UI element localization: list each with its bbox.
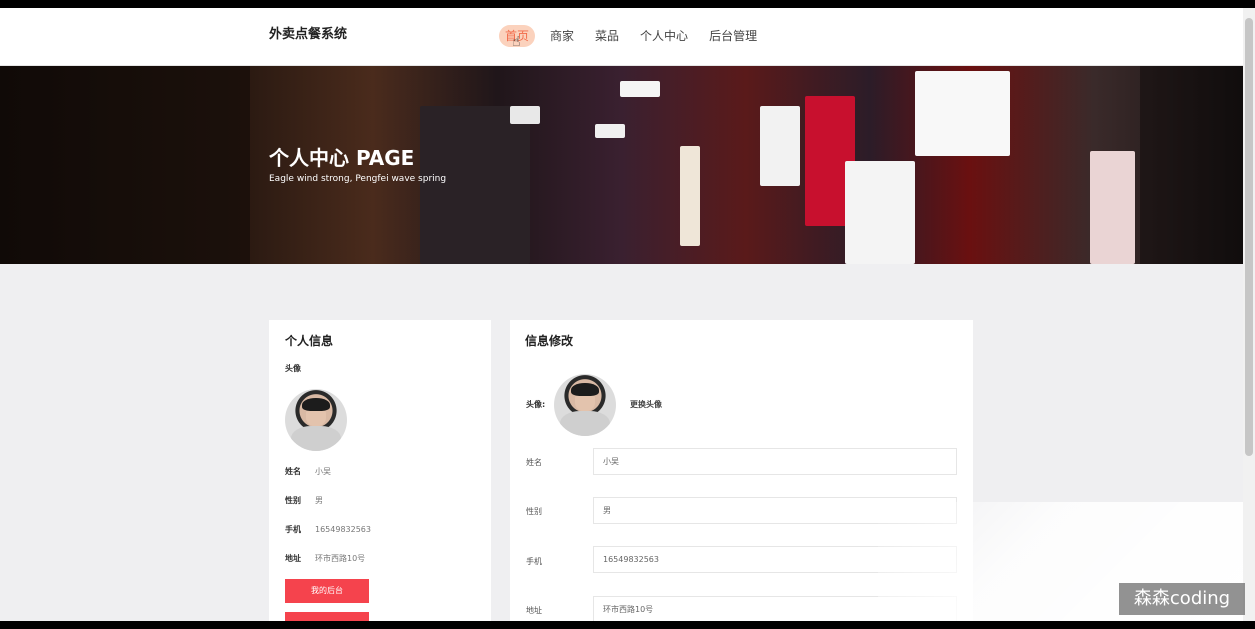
change-avatar-button[interactable]: 更换头像 [630, 399, 662, 410]
secondary-button[interactable] [285, 612, 369, 621]
avatar-hair [302, 397, 330, 412]
scrollbar-thumb[interactable] [1245, 18, 1253, 456]
profile-gender-value: 男 [315, 496, 323, 505]
avatar-body [560, 411, 610, 436]
scrollbar[interactable] [1243, 8, 1255, 621]
edit-title: 信息修改 [525, 334, 574, 348]
edit-phone-label: 手机 [526, 557, 542, 566]
edit-avatar[interactable] [554, 374, 616, 436]
banner-shade [1140, 66, 1243, 264]
banner-title: 个人中心 PAGE [269, 146, 415, 170]
edit-name-label: 姓名 [526, 458, 542, 467]
profile-gender-label: 性别 [285, 496, 301, 505]
profile-phone-label: 手机 [285, 525, 301, 534]
page: 外卖点餐系统 首页 商家 菜品 个人中心 后台管理 ☝ 个人中心 PAGE Ea… [0, 8, 1243, 621]
banner-sign-vertical [680, 146, 700, 246]
main-nav: 首页 商家 菜品 个人中心 后台管理 [499, 25, 772, 47]
edit-address-label: 地址 [526, 606, 542, 615]
top-black-bar [0, 0, 1255, 8]
banner-sign-small [620, 81, 660, 97]
profile-address-value: 环市西路10号 [315, 554, 366, 563]
banner-sign-dark [420, 106, 530, 264]
profile-name-row: 姓名 小吴 [285, 466, 331, 477]
banner-sign-small [595, 124, 625, 138]
banner-sign-white [915, 71, 1010, 156]
nav-merchants[interactable]: 商家 [544, 25, 580, 47]
hand-cursor-icon: ☝ [512, 34, 521, 50]
profile-name-value: 小吴 [315, 467, 331, 476]
profile-card: 个人信息 头像 姓名 小吴 性别 男 手机 16549832563 地址 环市西路10号… [269, 320, 491, 621]
profile-title: 个人信息 [285, 334, 334, 348]
edit-name-input[interactable]: 小吴 [593, 448, 957, 475]
edit-gender-label: 性别 [526, 507, 542, 516]
profile-phone-value: 16549832563 [315, 525, 371, 534]
site-logo[interactable]: 外卖点餐系统 [269, 23, 347, 42]
avatar-body [291, 426, 341, 451]
bottom-black-bar [0, 621, 1255, 629]
banner-sign-white [760, 106, 800, 186]
my-backend-button[interactable]: 我的后台 [285, 579, 369, 603]
avatar-label: 头像 [285, 364, 301, 373]
banner-sign-white [845, 161, 915, 264]
watermark: 森森coding [1119, 583, 1245, 615]
banner-shade [0, 66, 250, 264]
edit-avatar-label: 头像: [526, 400, 546, 409]
profile-phone-row: 手机 16549832563 [285, 524, 371, 535]
header: 外卖点餐系统 首页 商家 菜品 个人中心 后台管理 ☝ [0, 8, 1243, 66]
nav-dishes[interactable]: 菜品 [589, 25, 625, 47]
banner: 个人中心 PAGE Eagle wind strong, Pengfei wav… [0, 66, 1243, 264]
avatar [285, 389, 347, 451]
profile-gender-row: 性别 男 [285, 495, 323, 506]
profile-address-label: 地址 [285, 554, 301, 563]
banner-sign-small [510, 106, 540, 124]
profile-name-label: 姓名 [285, 467, 301, 476]
avatar-hair [571, 382, 599, 397]
nav-admin[interactable]: 后台管理 [703, 25, 763, 47]
banner-subtitle: Eagle wind strong, Pengfei wave spring [269, 174, 447, 184]
nav-personal-center[interactable]: 个人中心 [634, 25, 694, 47]
profile-address-row: 地址 环市西路10号 [285, 553, 365, 564]
banner-sign-pink [1090, 151, 1135, 264]
